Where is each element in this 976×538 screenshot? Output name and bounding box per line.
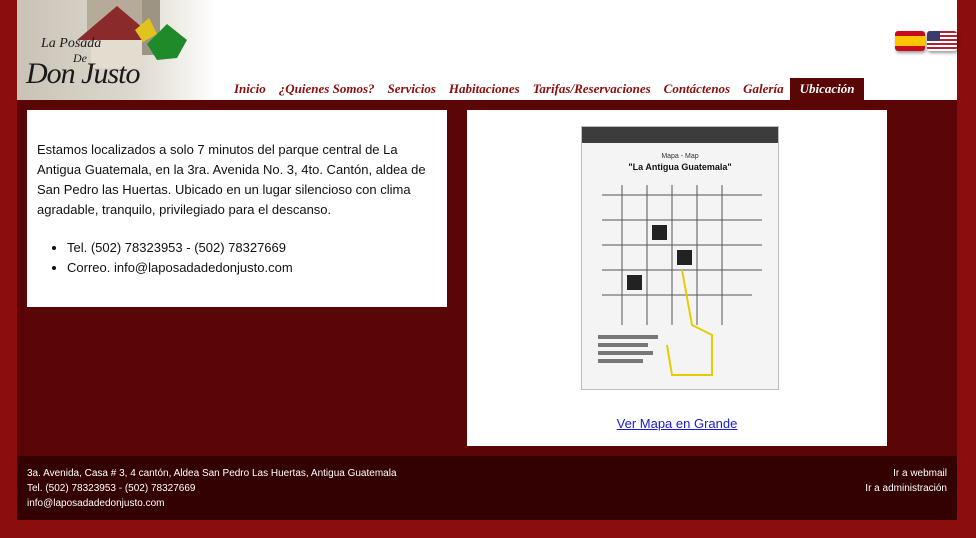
admin-link[interactable]: Ir a administración [865, 481, 947, 496]
us-flag-canton [927, 31, 940, 41]
us-flag-icon[interactable] [927, 31, 957, 51]
main-nav: Inicio ¿Quienes Somos? Servicios Habitac… [227, 78, 865, 100]
main-content: Estamos localizados a solo 7 minutos del… [17, 100, 957, 456]
map-banner [582, 127, 778, 143]
logo-line-1: La Posada [41, 36, 102, 51]
location-card: Estamos localizados a solo 7 minutos del… [27, 110, 447, 307]
footer-contact: 3a. Avenida, Casa # 3, 4 cantón, Aldea S… [27, 466, 397, 511]
site-logo[interactable]: La Posada De Don Justo [17, 0, 217, 100]
footer: 3a. Avenida, Casa # 3, 4 cantón, Aldea S… [17, 456, 957, 520]
nav-tarifas-reservaciones[interactable]: Tarifas/Reservaciones [526, 78, 657, 100]
map-card: Mapa - Map "La Antigua Guatemala" Ver Ma… [467, 110, 887, 446]
footer-email[interactable]: info@laposadadedonjusto.com [27, 496, 397, 511]
map-title: "La Antigua Guatemala" [628, 162, 732, 172]
webmail-link[interactable]: Ir a webmail [865, 466, 947, 481]
map-subtitle: Mapa - Map [661, 153, 699, 160]
contact-email: Correo. info@laposadadedonjusto.com [67, 258, 293, 278]
page-frame: La Posada De Don Justo Inicio ¿Quienes S… [17, 0, 957, 520]
map-image[interactable]: Mapa - Map "La Antigua Guatemala" [581, 126, 779, 390]
location-intro: Estamos localizados a solo 7 minutos del… [37, 142, 426, 217]
contact-phone: Tel. (502) 78323953 - (502) 78327669 [67, 238, 293, 258]
nav-inicio[interactable]: Inicio [227, 78, 272, 100]
footer-phone: Tel. (502) 78323953 - (502) 78327669 [27, 483, 196, 494]
header: La Posada De Don Justo Inicio ¿Quienes S… [17, 0, 957, 100]
nav-ubicacion[interactable]: Ubicación [789, 78, 865, 100]
logo-line-3: Don Justo [26, 57, 140, 90]
map-streets [598, 185, 762, 376]
nav-quienes-somos[interactable]: ¿Quienes Somos? [272, 78, 381, 100]
nav-galeria[interactable]: Galería [736, 78, 789, 100]
nav-contactenos[interactable]: Contáctenos [657, 78, 736, 100]
spanish-flag-icon[interactable] [895, 31, 925, 51]
footer-address: 3a. Avenida, Casa # 3, 4 cantón, Aldea S… [27, 468, 397, 479]
contact-list: Tel. (502) 78323953 - (502) 78327669 Cor… [37, 238, 293, 278]
view-large-map-link[interactable]: Ver Mapa en Grande [467, 416, 887, 431]
nav-servicios[interactable]: Servicios [381, 78, 442, 100]
nav-habitaciones[interactable]: Habitaciones [442, 78, 526, 100]
footer-links: Ir a webmail Ir a administración [865, 466, 947, 496]
